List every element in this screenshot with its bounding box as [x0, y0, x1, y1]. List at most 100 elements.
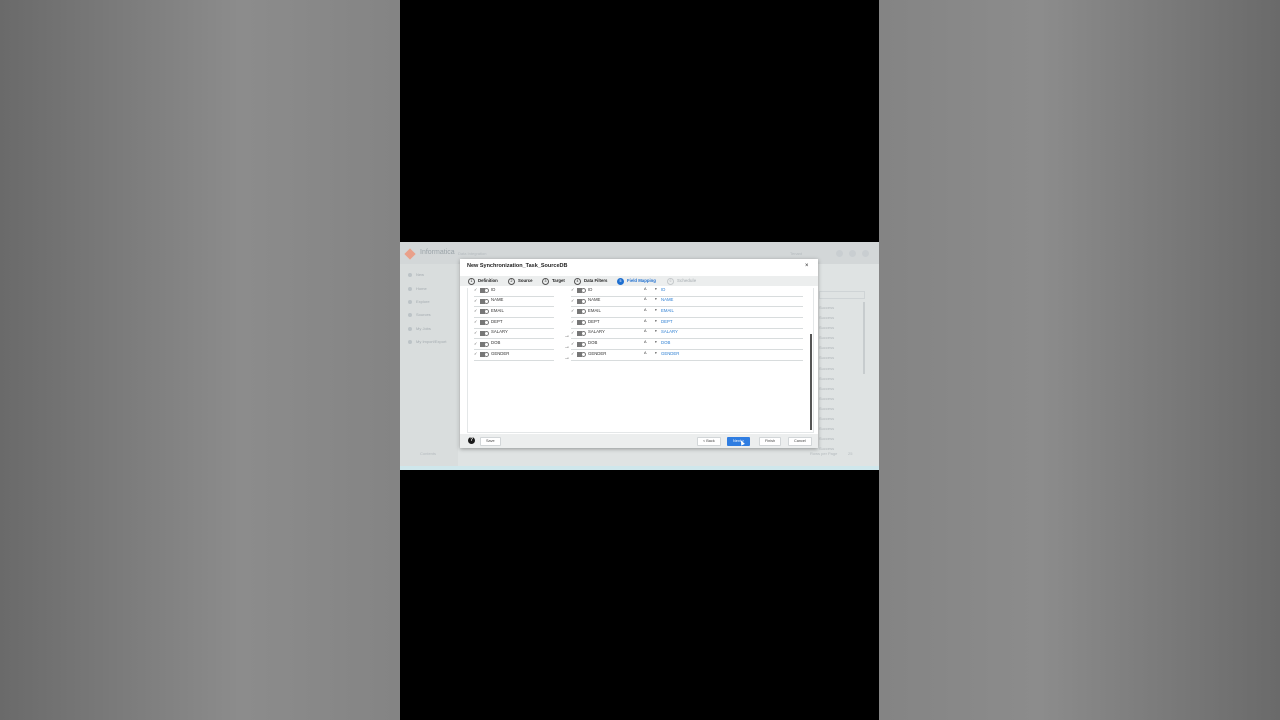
check-icon: ✓	[571, 319, 575, 325]
expression-icon[interactable]: A	[644, 329, 647, 333]
source-field-name: NAME	[491, 297, 504, 303]
nav-item-new[interactable]: New	[408, 272, 424, 277]
background-status-item: Success	[819, 315, 835, 321]
check-icon: ✓	[474, 308, 478, 314]
background-status-item: Success	[819, 436, 835, 442]
notification-icon[interactable]	[836, 250, 843, 257]
help-icon[interactable]	[849, 250, 856, 257]
target-field-name: SALARY	[588, 329, 605, 335]
connector-arrow-icon: →	[564, 355, 570, 361]
target-field-name: EMAIL	[588, 307, 601, 313]
background-status-list: Success Success Success Success Success Succe…	[819, 305, 864, 456]
back-button[interactable]: < Back	[697, 437, 721, 446]
source-field-row[interactable]: ✓ GENDER	[474, 349, 554, 361]
target-field-name: ID	[588, 286, 593, 292]
background-scrollbar[interactable]	[863, 302, 865, 374]
apps-icon[interactable]	[862, 250, 869, 257]
check-icon: ✓	[571, 329, 575, 335]
expression-icon[interactable]: A	[644, 351, 647, 355]
save-button[interactable]: Save	[480, 437, 501, 446]
mapped-field-link[interactable]: DEPT	[661, 319, 672, 324]
field-key-icon	[581, 320, 586, 326]
chevron-down-icon[interactable]: ▾	[655, 340, 657, 344]
informatica-logo-icon	[404, 248, 416, 260]
field-key-icon	[484, 309, 489, 315]
mapped-field-link[interactable]: ID	[661, 287, 665, 292]
check-icon: ✓	[571, 340, 575, 346]
nav-item-my-jobs[interactable]: My Jobs	[408, 326, 431, 331]
connector-arrow-icon: →	[564, 333, 570, 339]
dialog-title: New Synchronization_Task_SourceDB	[467, 263, 568, 269]
mapping-scrollbar[interactable]	[810, 334, 812, 430]
field-key-icon	[484, 288, 489, 293]
background-status-item: Success	[819, 335, 835, 341]
field-key-icon	[581, 352, 586, 358]
field-key-icon	[581, 330, 586, 336]
background-status-item: Success	[819, 345, 835, 351]
step-data-filters[interactable]: 4 Data Filters	[574, 278, 607, 285]
mapped-field-link[interactable]: GENDER	[661, 351, 679, 356]
target-field-name: DEPT	[588, 318, 600, 324]
field-mapping-panel: → → → ✓ ID ✓ NAME ✓ EMAIL ✓ DEPT ✓ SALARY ✓ DOB ✓ GEN…	[467, 286, 814, 433]
field-key-icon	[484, 330, 489, 336]
mapped-field-link[interactable]: NAME	[661, 297, 673, 302]
background-status-item: Success	[819, 365, 835, 371]
background-status-item: Success	[819, 416, 835, 422]
check-icon: ✓	[474, 329, 478, 335]
rows-per-page-select[interactable]: 25	[848, 451, 852, 456]
nav-item-explore[interactable]: Explore	[408, 299, 430, 304]
field-key-icon	[581, 298, 586, 304]
background-status-item: Success	[819, 375, 835, 381]
expression-icon[interactable]: A	[644, 319, 647, 323]
rows-per-page-label: Rows per Page	[810, 451, 838, 456]
mapped-field-link[interactable]: SALARY	[661, 329, 678, 334]
connector-arrow-icon: →	[564, 344, 570, 350]
chevron-down-icon[interactable]: ▾	[655, 297, 657, 301]
expression-icon[interactable]: A	[644, 287, 647, 291]
field-key-icon	[581, 288, 586, 293]
finish-button[interactable]: Finish	[759, 437, 782, 446]
source-field-name: EMAIL	[491, 307, 504, 313]
field-key-icon	[484, 298, 489, 304]
field-key-icon	[484, 320, 489, 326]
chevron-down-icon[interactable]: ▾	[655, 287, 657, 291]
nav-item-import-export[interactable]: My Import/Export	[408, 339, 446, 344]
nav-item-sources[interactable]: Sources	[408, 312, 431, 317]
expression-icon[interactable]: A	[644, 297, 647, 301]
chevron-down-icon[interactable]: ▾	[655, 308, 657, 312]
chevron-down-icon[interactable]: ▾	[655, 351, 657, 355]
chevron-down-icon[interactable]: ▾	[655, 329, 657, 333]
background-status-item: Success	[819, 426, 835, 432]
target-field-row[interactable]: ✓ GENDER A ▾ GENDER	[571, 349, 803, 361]
user-menu[interactable]: Tenant	[790, 251, 802, 256]
check-icon: ✓	[474, 287, 478, 292]
background-status-item: Success	[819, 395, 835, 401]
close-icon[interactable]: ×	[805, 263, 809, 269]
mapped-field-link[interactable]: EMAIL	[661, 308, 674, 313]
field-key-icon	[581, 309, 586, 315]
background-status-item: Success	[819, 355, 835, 361]
background-status-item: Success	[819, 405, 835, 411]
chevron-down-icon[interactable]: ▾	[655, 319, 657, 323]
expression-icon[interactable]: A	[644, 308, 647, 312]
field-key-icon	[484, 341, 489, 347]
step-definition[interactable]: 1 Definition	[468, 278, 498, 285]
step-target[interactable]: 3 Target	[542, 278, 565, 285]
expression-icon[interactable]: A	[644, 340, 647, 344]
video-blurred-right	[879, 0, 1280, 720]
step-source[interactable]: 2 Source	[508, 278, 533, 285]
target-field-name: GENDER	[588, 350, 607, 356]
video-blurred-left	[0, 0, 400, 720]
app-sidebar: New Home Explore Sources My Jobs My Impo…	[400, 264, 458, 470]
target-field-name: DOB	[588, 340, 598, 345]
check-icon: ✓	[474, 351, 478, 357]
mapped-field-link[interactable]: DOB	[661, 340, 670, 345]
check-icon: ✓	[571, 287, 575, 292]
cancel-button[interactable]: Cancel	[788, 437, 812, 446]
help-icon[interactable]: ?	[468, 437, 475, 444]
background-search-input[interactable]	[819, 291, 865, 299]
nav-item-home[interactable]: Home	[408, 286, 427, 291]
step-field-mapping[interactable]: 5 Field Mapping	[617, 278, 656, 285]
background-status-item: Success	[819, 385, 835, 391]
step-schedule[interactable]: 6 Schedule	[667, 278, 696, 285]
